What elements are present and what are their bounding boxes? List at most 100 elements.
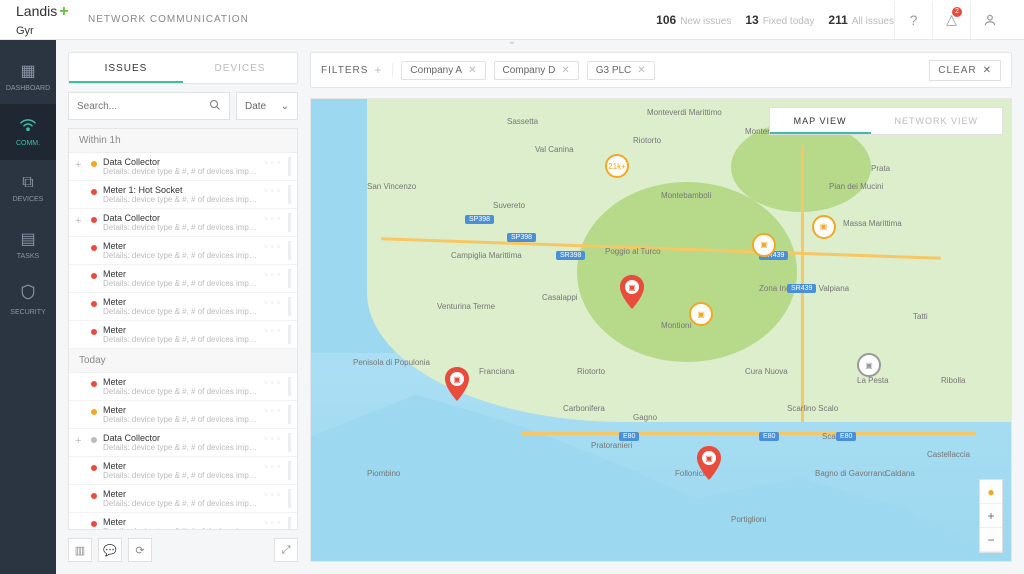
nav-tasks[interactable]: ▤TASKS <box>0 216 56 272</box>
tab-issues[interactable]: ISSUES <box>69 53 183 83</box>
close-icon[interactable]: ✕ <box>637 65 645 76</box>
action-icon[interactable]: ▫ <box>277 461 280 471</box>
expand-icon[interactable] <box>75 377 85 379</box>
date-dropdown[interactable]: Date ⌄ <box>236 92 298 120</box>
action-icon[interactable]: ▫ <box>264 213 267 223</box>
issue-row[interactable]: MeterDetails: device type & #, # of devi… <box>69 513 297 530</box>
action-icon[interactable]: ▫ <box>264 269 267 279</box>
expand-icon[interactable] <box>75 517 85 519</box>
nav-security[interactable]: SECURITY <box>0 272 56 328</box>
expand-icon[interactable] <box>75 489 85 491</box>
close-icon[interactable]: ✕ <box>561 65 569 76</box>
action-icon[interactable]: ▫ <box>277 185 280 195</box>
action-icon[interactable]: ▫ <box>271 269 274 279</box>
brand-logo[interactable]: Landis+ Gyr <box>16 3 72 37</box>
action-icon[interactable]: ▫ <box>264 405 267 415</box>
profile-button[interactable] <box>970 1 1008 39</box>
marker-grey[interactable]: ▣ <box>857 353 881 377</box>
issue-row[interactable]: + Data CollectorDetails: device type & #… <box>69 209 297 237</box>
filter-chip[interactable]: Company D✕ <box>494 61 579 80</box>
toolbar-archive-button[interactable]: ▥ <box>68 538 92 562</box>
expand-icon[interactable] <box>75 461 85 463</box>
issue-row[interactable]: MeterDetails: device type & #, # of devi… <box>69 373 297 401</box>
action-icon[interactable]: ▫ <box>277 269 280 279</box>
action-icon[interactable]: ▫ <box>264 461 267 471</box>
issue-row[interactable]: MeterDetails: device type & #, # of devi… <box>69 265 297 293</box>
nav-devices[interactable]: ⧉DEVICES <box>0 160 56 216</box>
action-icon[interactable]: ▫ <box>264 297 267 307</box>
marker-orange[interactable]: ▣ <box>812 215 836 239</box>
alerts-button[interactable]: △2 <box>932 1 970 39</box>
issue-row[interactable]: MeterDetails: device type & #, # of devi… <box>69 237 297 265</box>
issue-row[interactable]: + Data CollectorDetails: device type & #… <box>69 429 297 457</box>
help-button[interactable]: ? <box>894 1 932 39</box>
action-icon[interactable]: ▫ <box>277 377 280 387</box>
action-icon[interactable]: ▫ <box>271 213 274 223</box>
action-icon[interactable]: ▫ <box>271 325 274 335</box>
nav-dashboard[interactable]: ▦DASHBOARD <box>0 48 56 104</box>
toolbar-comment-button[interactable]: 💬 <box>98 538 122 562</box>
issue-row[interactable]: MeterDetails: device type & #, # of devi… <box>69 401 297 429</box>
action-icon[interactable]: ▫ <box>277 517 280 527</box>
action-icon[interactable]: ▫ <box>277 241 280 251</box>
zoom-in-button[interactable]: + <box>980 504 1002 528</box>
action-icon[interactable]: ▫ <box>264 241 267 251</box>
action-icon[interactable]: ▫ <box>277 213 280 223</box>
toolbar-history-button[interactable]: ⟳ <box>128 538 152 562</box>
map-pin-red[interactable]: ▣ <box>696 446 722 480</box>
action-icon[interactable]: ▫ <box>271 461 274 471</box>
issue-row[interactable]: MeterDetails: device type & #, # of devi… <box>69 293 297 321</box>
expand-icon[interactable] <box>75 185 85 187</box>
action-icon[interactable]: ▫ <box>264 185 267 195</box>
network-view-tab[interactable]: NETWORK VIEW <box>871 108 1003 134</box>
action-icon[interactable]: ▫ <box>271 297 274 307</box>
filter-chip[interactable]: Company A✕ <box>401 61 485 80</box>
expand-icon[interactable]: + <box>75 157 85 171</box>
expand-icon[interactable] <box>75 297 85 299</box>
issue-row[interactable]: + Data CollectorDetails: device type & #… <box>69 153 297 181</box>
expand-icon[interactable] <box>75 241 85 243</box>
action-icon[interactable]: ▫ <box>264 489 267 499</box>
issue-row[interactable]: MeterDetails: device type & #, # of devi… <box>69 457 297 485</box>
tab-devices[interactable]: DEVICES <box>183 53 297 83</box>
add-filter-button[interactable]: + <box>374 63 382 77</box>
search-input[interactable] <box>77 101 209 112</box>
action-icon[interactable]: ▫ <box>264 157 267 167</box>
issue-row[interactable]: MeterDetails: device type & #, # of devi… <box>69 485 297 513</box>
marker-orange[interactable]: ▣ <box>752 233 776 257</box>
action-icon[interactable]: ▫ <box>277 433 280 443</box>
expand-icon[interactable] <box>75 405 85 407</box>
action-icon[interactable]: ▫ <box>264 325 267 335</box>
action-icon[interactable]: ▫ <box>277 489 280 499</box>
expand-icon[interactable] <box>75 269 85 271</box>
action-icon[interactable]: ▫ <box>277 157 280 167</box>
expand-icon[interactable]: + <box>75 433 85 447</box>
expand-icon[interactable] <box>75 325 85 327</box>
map-view-tab[interactable]: MAP VIEW <box>770 108 871 134</box>
action-icon[interactable]: ▫ <box>264 433 267 443</box>
streetview-button[interactable]: ● <box>980 480 1002 504</box>
issue-row[interactable]: MeterDetails: device type & #, # of devi… <box>69 321 297 349</box>
action-icon[interactable]: ▫ <box>271 241 274 251</box>
action-icon[interactable]: ▫ <box>264 377 267 387</box>
map[interactable]: SassettaVal CaninaRiotortoSan VincenzoSu… <box>310 98 1012 562</box>
issue-row[interactable]: Meter 1: Hot SocketDetails: device type … <box>69 181 297 209</box>
nav-comm[interactable]: COMM. <box>0 104 56 160</box>
map-pin-red[interactable]: ▣ <box>444 367 470 401</box>
action-icon[interactable]: ▫ <box>271 405 274 415</box>
filter-chip[interactable]: G3 PLC✕ <box>587 61 655 80</box>
close-icon[interactable]: ✕ <box>468 65 476 76</box>
clear-filters-button[interactable]: CLEAR✕ <box>929 60 1001 81</box>
map-pin-red[interactable]: ▣ <box>619 275 645 309</box>
action-icon[interactable]: ▫ <box>271 377 274 387</box>
chevron-down-icon[interactable]: ⌄ <box>508 36 516 47</box>
expand-icon[interactable]: + <box>75 213 85 227</box>
search-input-wrap[interactable] <box>68 92 230 120</box>
action-icon[interactable]: ▫ <box>277 325 280 335</box>
action-icon[interactable]: ▫ <box>277 405 280 415</box>
action-icon[interactable]: ▫ <box>271 489 274 499</box>
zoom-out-button[interactable]: − <box>980 528 1002 552</box>
action-icon[interactable]: ▫ <box>271 433 274 443</box>
action-icon[interactable]: ▫ <box>271 517 274 527</box>
action-icon[interactable]: ▫ <box>271 157 274 167</box>
